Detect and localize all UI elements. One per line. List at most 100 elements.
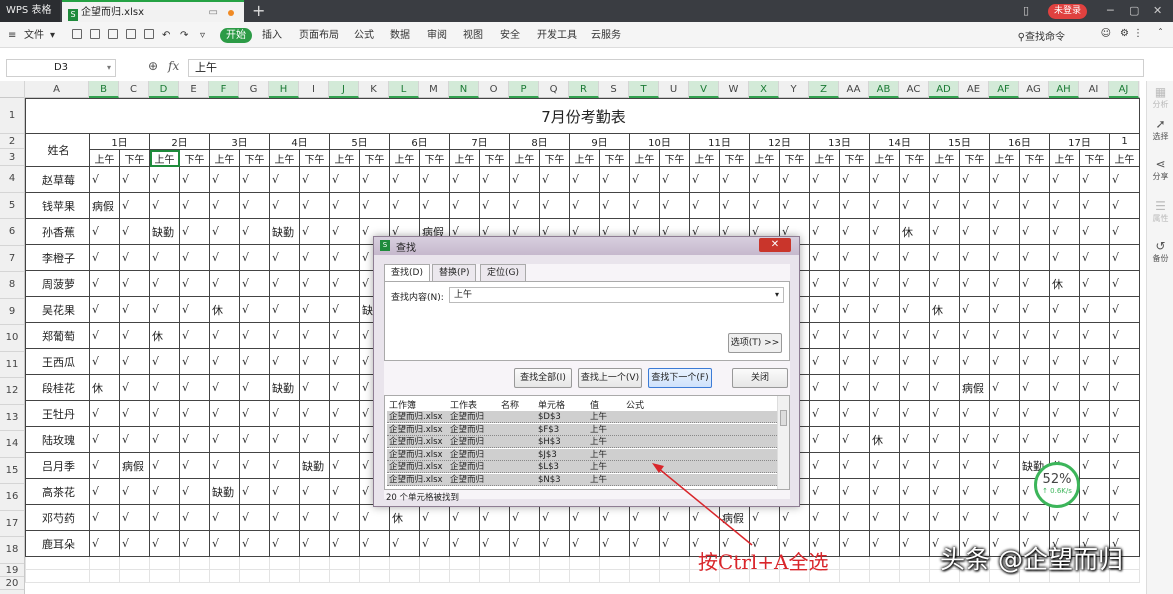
- attendance-cell[interactable]: √: [149, 192, 180, 219]
- attendance-cell[interactable]: √: [929, 270, 960, 297]
- am-header[interactable]: 上午: [749, 149, 780, 167]
- attendance-cell[interactable]: √: [179, 322, 210, 349]
- menu-data[interactable]: 数据: [390, 28, 410, 43]
- more-vertical-icon[interactable]: ⋮: [1133, 28, 1143, 39]
- row-header[interactable]: 2: [0, 134, 24, 149]
- column-header[interactable]: P: [509, 81, 539, 98]
- column-header[interactable]: AD: [929, 81, 959, 98]
- attendance-cell[interactable]: √: [1019, 426, 1050, 453]
- column-header[interactable]: D: [149, 81, 179, 98]
- column-header[interactable]: C: [119, 81, 149, 98]
- attendance-cell[interactable]: √: [1049, 166, 1080, 193]
- attendance-cell[interactable]: √: [449, 166, 480, 193]
- attendance-cell[interactable]: √: [89, 348, 120, 375]
- menu-cloud[interactable]: 云服务: [591, 28, 621, 43]
- result-row[interactable]: 企望而归.xlsx 企望而归 $D$3 上午: [387, 411, 777, 423]
- attendance-cell[interactable]: √: [569, 504, 600, 531]
- attendance-cell[interactable]: √: [869, 218, 900, 245]
- attendance-cell[interactable]: √: [959, 244, 990, 271]
- attendance-cell[interactable]: √: [1019, 166, 1050, 193]
- attendance-cell[interactable]: √: [269, 348, 300, 375]
- column-header[interactable]: W: [719, 81, 749, 98]
- attendance-cell[interactable]: 缺勤: [269, 218, 300, 245]
- tab-goto[interactable]: 定位(G): [480, 264, 526, 281]
- tab-replace[interactable]: 替换(P): [432, 264, 477, 281]
- attendance-cell[interactable]: √: [449, 192, 480, 219]
- empty-cell[interactable]: [509, 569, 540, 583]
- attendance-cell[interactable]: √: [269, 270, 300, 297]
- employee-name[interactable]: 郑葡萄: [25, 322, 90, 349]
- attendance-cell[interactable]: √: [1079, 452, 1110, 479]
- new-tab-button[interactable]: +: [252, 0, 265, 22]
- attendance-cell[interactable]: √: [329, 348, 360, 375]
- empty-cell[interactable]: [539, 556, 570, 570]
- attendance-cell[interactable]: √: [209, 426, 240, 453]
- empty-cell[interactable]: [269, 569, 300, 583]
- empty-cell[interactable]: [899, 569, 930, 583]
- attendance-cell[interactable]: 休: [869, 426, 900, 453]
- name-header[interactable]: 姓名: [25, 133, 90, 167]
- attendance-cell[interactable]: √: [839, 478, 870, 505]
- empty-cell[interactable]: [89, 569, 120, 583]
- empty-cell[interactable]: [299, 556, 330, 570]
- attendance-cell[interactable]: √: [89, 322, 120, 349]
- am-header[interactable]: 上午: [509, 149, 540, 167]
- attendance-cell[interactable]: √: [1019, 322, 1050, 349]
- attendance-cell[interactable]: √: [929, 166, 960, 193]
- col-sheet[interactable]: 工作表: [450, 398, 477, 411]
- empty-cell[interactable]: [209, 569, 240, 583]
- pm-header[interactable]: 下午: [659, 149, 690, 167]
- attendance-cell[interactable]: √: [389, 192, 420, 219]
- empty-cell[interactable]: [239, 569, 270, 583]
- column-header[interactable]: X: [749, 81, 779, 98]
- attendance-cell[interactable]: 缺勤: [299, 452, 330, 479]
- empty-cell[interactable]: [269, 556, 300, 570]
- attendance-cell[interactable]: √: [329, 270, 360, 297]
- attendance-cell[interactable]: √: [989, 296, 1020, 323]
- attendance-cell[interactable]: √: [299, 530, 330, 557]
- column-header[interactable]: B: [89, 81, 119, 98]
- print-preview-icon[interactable]: [108, 29, 118, 39]
- am-header[interactable]: 上午: [89, 149, 120, 167]
- attendance-cell[interactable]: √: [1049, 374, 1080, 401]
- attendance-cell[interactable]: √: [509, 166, 540, 193]
- attendance-cell[interactable]: √: [779, 192, 810, 219]
- attendance-cell[interactable]: √: [119, 426, 150, 453]
- attendance-cell[interactable]: √: [959, 192, 990, 219]
- attendance-cell[interactable]: √: [119, 478, 150, 505]
- column-header[interactable]: AJ: [1109, 81, 1139, 98]
- attendance-cell[interactable]: √: [269, 452, 300, 479]
- scroll-thumb[interactable]: [780, 410, 787, 426]
- employee-name[interactable]: 赵草莓: [25, 166, 90, 193]
- attendance-cell[interactable]: √: [239, 478, 270, 505]
- attendance-cell[interactable]: √: [929, 348, 960, 375]
- employee-name[interactable]: 王牡丹: [25, 400, 90, 427]
- attendance-cell[interactable]: √: [329, 426, 360, 453]
- am-header[interactable]: 上午: [869, 149, 900, 167]
- attendance-cell[interactable]: √: [1079, 374, 1110, 401]
- attendance-cell[interactable]: √: [629, 504, 660, 531]
- attendance-cell[interactable]: √: [719, 166, 750, 193]
- column-header[interactable]: Y: [779, 81, 809, 98]
- am-header[interactable]: 上午: [629, 149, 660, 167]
- side-share[interactable]: ⋖ 分享: [1147, 157, 1173, 182]
- attendance-cell[interactable]: √: [149, 374, 180, 401]
- close-button[interactable]: 关闭: [732, 368, 788, 388]
- attendance-cell[interactable]: √: [869, 504, 900, 531]
- attendance-cell[interactable]: √: [179, 192, 210, 219]
- attendance-cell[interactable]: 休: [929, 296, 960, 323]
- column-header[interactable]: N: [449, 81, 479, 98]
- column-header[interactable]: AC: [899, 81, 929, 98]
- empty-cell[interactable]: [869, 556, 900, 570]
- column-header[interactable]: AB: [869, 81, 899, 98]
- attendance-cell[interactable]: √: [239, 296, 270, 323]
- menu-view[interactable]: 视图: [463, 28, 483, 43]
- attendance-cell[interactable]: √: [1079, 192, 1110, 219]
- am-header[interactable]: 上午: [689, 149, 720, 167]
- empty-cell[interactable]: [389, 556, 420, 570]
- empty-cell[interactable]: [449, 556, 480, 570]
- attendance-cell[interactable]: √: [1019, 244, 1050, 271]
- attendance-cell[interactable]: √: [1079, 296, 1110, 323]
- attendance-cell[interactable]: √: [1019, 374, 1050, 401]
- employee-name[interactable]: 吕月季: [25, 452, 90, 479]
